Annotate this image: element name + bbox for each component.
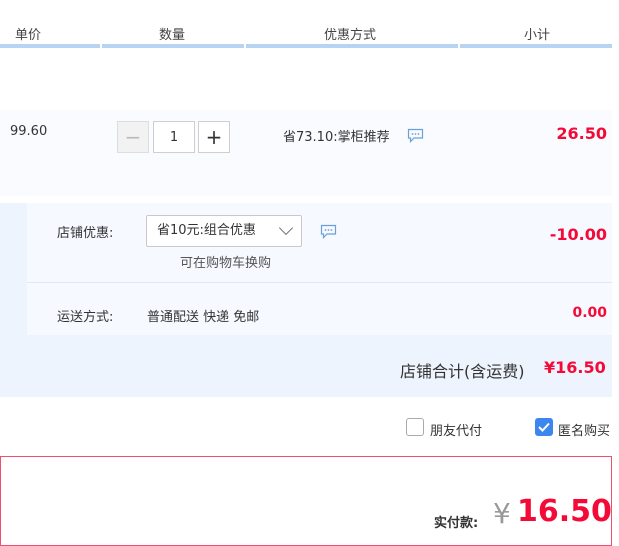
shop-discount-select[interactable]: 省10元:组合优惠 xyxy=(146,215,302,247)
friend-pay-checkbox[interactable] xyxy=(406,418,424,436)
discount-hint: 可在购物车换购 xyxy=(180,256,272,271)
chevron-down-icon xyxy=(278,220,294,236)
shop-discount-selected: 省10元:组合优惠 xyxy=(157,223,256,238)
header-divider xyxy=(0,44,100,48)
payment-amount: 16.50 xyxy=(517,494,612,529)
anonymous-label[interactable]: 匿名购买 xyxy=(558,420,610,439)
header-divider xyxy=(460,44,612,48)
column-header-subtotal: 小计 xyxy=(524,28,551,43)
quantity-decrease-button[interactable]: − xyxy=(117,121,149,153)
shop-options-panel xyxy=(27,203,612,335)
shop-total-label: 店铺合计(含运费) xyxy=(400,362,525,381)
divider xyxy=(27,282,612,283)
currency-symbol: ¥ xyxy=(493,497,511,530)
quantity-increase-button[interactable]: + xyxy=(198,121,230,153)
shipping-method: 普通配送 快递 免邮 xyxy=(147,310,260,325)
message-icon[interactable] xyxy=(320,224,337,243)
message-icon[interactable] xyxy=(407,128,424,147)
shipping-value: 0.00 xyxy=(572,305,607,321)
payment-label: 实付款: xyxy=(434,516,479,531)
column-header-promo: 优惠方式 xyxy=(324,28,377,43)
shop-discount-value: -10.00 xyxy=(549,225,607,244)
unit-price: 99.60 xyxy=(10,124,48,139)
header-divider xyxy=(246,44,458,48)
shipping-label: 运送方式: xyxy=(57,310,114,325)
quantity-input[interactable] xyxy=(153,121,195,153)
column-header-price: 单价 xyxy=(15,28,42,43)
promo-text: 省73.10:掌柜推荐 xyxy=(283,130,390,145)
friend-pay-label[interactable]: 朋友代付 xyxy=(430,420,482,439)
anonymous-checkbox[interactable] xyxy=(535,418,553,436)
item-subtotal: 26.50 xyxy=(556,124,607,143)
shop-total-value: ¥16.50 xyxy=(544,358,606,377)
product-row xyxy=(0,110,612,196)
shop-discount-label: 店铺优惠: xyxy=(57,226,114,241)
column-header-quantity: 数量 xyxy=(159,28,186,43)
checkmark-icon xyxy=(538,422,550,432)
header-divider xyxy=(102,44,244,48)
